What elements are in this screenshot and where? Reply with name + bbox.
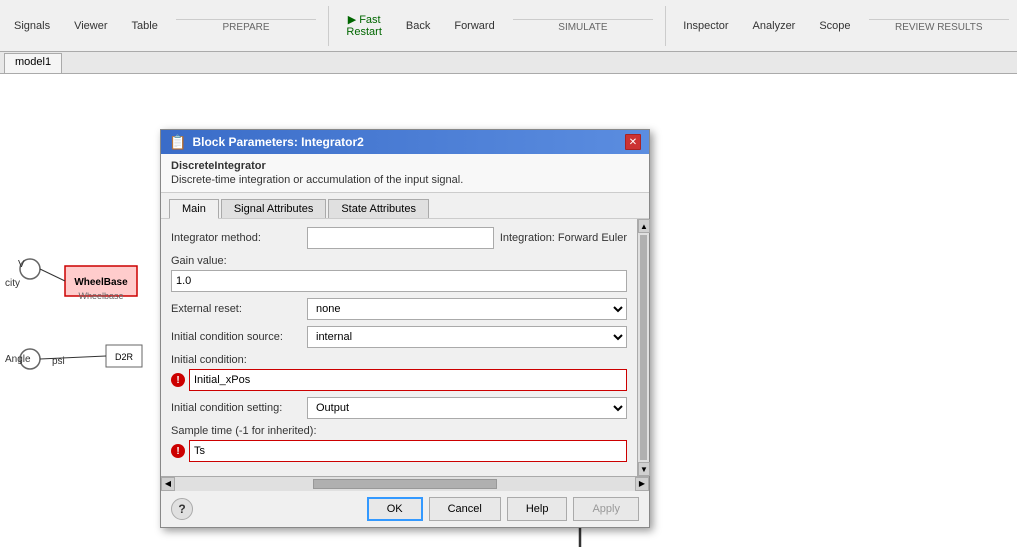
model-tab[interactable]: model1 <box>4 53 62 73</box>
sample-time-label: Sample time (-1 for inherited): <box>171 425 627 437</box>
scroll-up-btn[interactable]: ▲ <box>638 219 650 233</box>
main-area: WheelBase Wheelbase D2R V city Angle psi… <box>0 74 1017 547</box>
svg-text:WheelBase: WheelBase <box>74 277 128 288</box>
initial-condition-source-select[interactable]: internal <box>307 326 627 348</box>
svg-text:city: city <box>5 278 20 289</box>
dialog-scroll-container: Integrator method: Integration: Forward … <box>161 219 649 476</box>
prepare-label: PREPARE <box>176 19 316 33</box>
tab-main[interactable]: Main <box>169 199 219 219</box>
table-button[interactable]: Table <box>126 18 164 34</box>
main-toolbar: Signals Viewer Table PREPARE ▶ Fast Rest… <box>0 0 1017 52</box>
scroll-left-btn[interactable]: ◀ <box>161 477 175 491</box>
inspector-button[interactable]: Inspector <box>677 18 734 34</box>
external-reset-label: External reset: <box>171 303 301 315</box>
sample-time-error-row: ! <box>171 440 627 462</box>
dialog-title-text: Block Parameters: Integrator2 <box>192 135 363 149</box>
review-label: REVIEW RESULTS <box>869 19 1009 33</box>
block-description: Discrete-time integration or accumulatio… <box>171 174 639 186</box>
integrator-method-label: Integrator method: <box>171 232 301 244</box>
help-icon-button[interactable]: ? <box>171 498 193 520</box>
integrator-method-row: Integrator method: Integration: Forward … <box>171 227 627 249</box>
simulate-label: SIMULATE <box>513 19 653 33</box>
svg-text:Wheelbase: Wheelbase <box>78 291 123 301</box>
vertical-scrollbar[interactable]: ▲ ▼ <box>637 219 649 476</box>
sample-time-error-icon: ! <box>171 444 185 458</box>
tabbar: model1 <box>0 52 1017 74</box>
svg-text:Angle: Angle <box>5 354 31 365</box>
external-reset-select[interactable]: none <box>307 298 627 320</box>
scroll-right-btn[interactable]: ▶ <box>635 477 649 491</box>
signals-button[interactable]: Signals <box>8 18 56 34</box>
block-type-label: DiscreteIntegrator <box>171 160 639 172</box>
scroll-h-thumb[interactable] <box>313 479 497 489</box>
initial-condition-source-row: Initial condition source: internal <box>171 326 627 348</box>
tab-signal-attributes[interactable]: Signal Attributes <box>221 199 327 218</box>
initial-condition-source-label: Initial condition source: <box>171 331 301 343</box>
scroll-thumb[interactable] <box>640 235 647 460</box>
dialog-header: DiscreteIntegrator Discrete-time integra… <box>161 154 649 193</box>
forward-button[interactable]: Forward <box>448 18 500 34</box>
initial-condition-label: Initial condition: <box>171 354 627 366</box>
initial-condition-setting-label: Initial condition setting: <box>171 402 301 414</box>
dialog-tabs: Main Signal Attributes State Attributes <box>161 193 649 219</box>
back-button[interactable]: Back <box>400 18 436 34</box>
apply-button[interactable]: Apply <box>573 497 639 521</box>
dialog-footer: ? OK Cancel Help Apply <box>161 490 649 527</box>
initial-condition-setting-select[interactable]: Output <box>307 397 627 419</box>
svg-text:D2R: D2R <box>115 352 134 362</box>
sample-time-input[interactable] <box>189 440 627 462</box>
initial-condition-error-row: ! <box>171 369 627 391</box>
gain-value-input[interactable] <box>171 270 627 292</box>
integrator-method-input[interactable] <box>307 227 494 249</box>
horizontal-scrollbar[interactable]: ◀ ▶ <box>161 476 649 490</box>
integrator-method-value: Integration: Forward Euler <box>500 232 627 244</box>
scroll-down-btn[interactable]: ▼ <box>638 462 650 476</box>
block-parameters-dialog: 📋 Block Parameters: Integrator2 ✕ Discre… <box>160 129 650 528</box>
svg-text:V: V <box>18 259 25 270</box>
scroll-track <box>175 477 635 491</box>
dialog-content: Integrator method: Integration: Forward … <box>161 219 637 476</box>
analyzer-button[interactable]: Analyzer <box>747 18 802 34</box>
ok-button[interactable]: OK <box>367 497 423 521</box>
initial-condition-error-icon: ! <box>171 373 185 387</box>
dialog-titlebar: 📋 Block Parameters: Integrator2 ✕ <box>161 130 649 154</box>
svg-text:psi: psi <box>52 356 65 367</box>
dialog-close-button[interactable]: ✕ <box>625 134 641 150</box>
initial-condition-setting-row: Initial condition setting: Output <box>171 397 627 419</box>
scope-button[interactable]: Scope <box>813 18 856 34</box>
fast-restart-button[interactable]: ▶ Fast Restart <box>340 11 387 40</box>
tab-state-attributes[interactable]: State Attributes <box>328 199 429 218</box>
initial-condition-input[interactable] <box>189 369 627 391</box>
viewer-button[interactable]: Viewer <box>68 18 113 34</box>
external-reset-row: External reset: none <box>171 298 627 320</box>
cancel-button[interactable]: Cancel <box>429 497 501 521</box>
help-button[interactable]: Help <box>507 497 568 521</box>
dialog-icon: 📋 <box>169 134 186 151</box>
dialog-title: 📋 Block Parameters: Integrator2 <box>169 134 364 151</box>
gain-value-label: Gain value: <box>171 255 627 267</box>
